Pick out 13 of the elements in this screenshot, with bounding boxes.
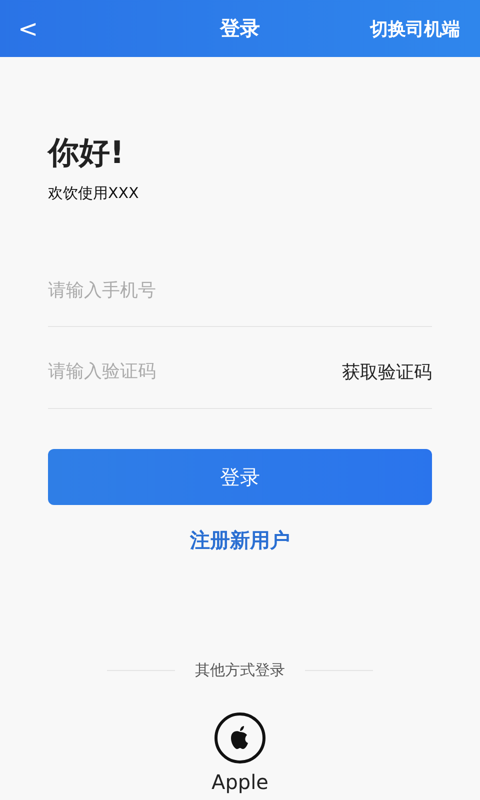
login-button[interactable]: 登录 [48, 449, 432, 505]
get-code-button[interactable]: 获取验证码 [342, 360, 432, 384]
phone-field[interactable]: 请输入手机号 [48, 274, 432, 306]
switch-driver-link[interactable]: 切换司机端 [370, 16, 460, 40]
register-link[interactable]: 注册新用户 [190, 527, 290, 554]
other-login-label: 其他方式登录 [195, 661, 285, 680]
back-button[interactable]: < [12, 14, 44, 42]
apple-icon [214, 712, 266, 764]
code-field[interactable]: 请输入验证码 [48, 356, 342, 388]
greeting-subtitle: 欢饮使用XXX [48, 184, 140, 203]
greeting-title: 你好! [48, 134, 126, 173]
page-title: 登录 [220, 15, 260, 42]
apple-login-button[interactable]: Apple [212, 712, 268, 794]
